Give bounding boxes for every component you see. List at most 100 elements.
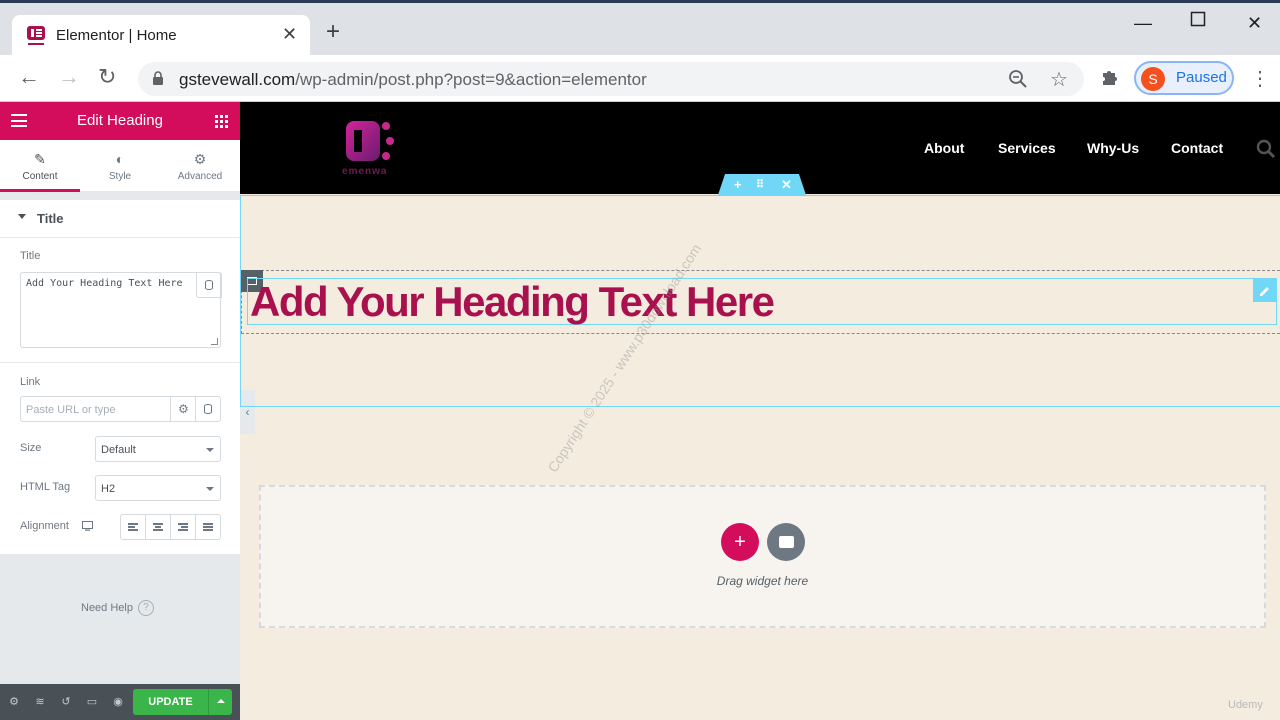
gear-icon: ⚙ bbox=[178, 402, 189, 416]
bookmark-star-icon[interactable]: ☆ bbox=[1050, 67, 1068, 92]
extensions-puzzle-icon[interactable] bbox=[1100, 67, 1120, 87]
maximize-icon[interactable] bbox=[1190, 11, 1206, 32]
search-icon[interactable] bbox=[1256, 139, 1276, 159]
update-options-button[interactable] bbox=[208, 689, 232, 715]
tab-advanced-label: Advanced bbox=[177, 171, 223, 182]
html-tag-control-label: HTML Tag bbox=[20, 481, 71, 493]
edit-widget-button[interactable] bbox=[1253, 279, 1276, 302]
panel-tabs: ✎ Content ◐ Style ⚙ Advanced bbox=[0, 140, 240, 192]
align-left-icon bbox=[128, 523, 138, 525]
panel-divider bbox=[0, 192, 240, 200]
site-logo-text: emenwa bbox=[342, 166, 388, 177]
history-icon[interactable]: ↺ bbox=[60, 696, 72, 708]
link-dynamic-tags-button[interactable] bbox=[196, 396, 221, 422]
preview-eye-icon[interactable]: ◉ bbox=[112, 696, 124, 708]
tab-content[interactable]: ✎ Content bbox=[0, 140, 80, 192]
section-toggle-title[interactable]: Title bbox=[0, 200, 240, 238]
reload-icon[interactable]: ↻ bbox=[98, 66, 116, 88]
section-handle[interactable]: + ⠿ ✕ bbox=[718, 174, 806, 195]
add-section-icon[interactable]: + bbox=[734, 177, 742, 192]
section-outline-bottom bbox=[241, 406, 1280, 407]
alignment-button-group bbox=[120, 514, 221, 540]
minimize-icon[interactable]: — bbox=[1134, 13, 1152, 34]
forward-icon[interactable]: → bbox=[58, 66, 80, 88]
align-justify-button[interactable] bbox=[196, 515, 221, 539]
link-url-input[interactable]: Paste URL or type bbox=[20, 396, 171, 422]
nav-services[interactable]: Services bbox=[998, 140, 1056, 156]
link-placeholder: Paste URL or type bbox=[26, 404, 116, 416]
align-center-icon bbox=[153, 523, 163, 525]
drag-section-icon[interactable]: ⠿ bbox=[756, 178, 764, 191]
new-tab-icon[interactable]: + bbox=[326, 20, 340, 44]
widgets-grid-icon[interactable] bbox=[215, 115, 228, 128]
window-close-icon[interactable]: ✕ bbox=[1247, 13, 1262, 34]
tab-advanced[interactable]: ⚙ Advanced bbox=[160, 140, 240, 192]
caret-up-icon bbox=[217, 699, 225, 703]
align-right-icon bbox=[178, 523, 188, 525]
database-icon bbox=[205, 280, 213, 290]
html-tag-select-value: H2 bbox=[101, 483, 116, 495]
folder-icon bbox=[779, 536, 794, 548]
link-options-button[interactable]: ⚙ bbox=[171, 396, 196, 422]
widget-drop-area[interactable] bbox=[259, 485, 1266, 628]
title-textarea-value: Add Your Heading Text Here bbox=[26, 278, 183, 289]
panel-empty-area bbox=[0, 554, 240, 684]
elementor-panel: Edit Heading ✎ Content ◐ Style ⚙ Advance… bbox=[0, 102, 240, 720]
title-control-label: Title bbox=[20, 250, 41, 262]
update-button[interactable]: UPDATE bbox=[133, 689, 208, 715]
tab-strip: Elementor | Home ✕ + — ✕ bbox=[0, 3, 1280, 58]
section-outline-top bbox=[241, 195, 1280, 196]
panel-title: Edit Heading bbox=[77, 112, 163, 129]
section-title: Title bbox=[37, 211, 64, 226]
drop-hint: Drag widget here bbox=[716, 574, 809, 588]
align-left-button[interactable] bbox=[121, 515, 146, 539]
address-bar[interactable]: gstevewall.com/wp-admin/post.php?post=9&… bbox=[138, 62, 1084, 96]
size-select-value: Default bbox=[101, 444, 136, 456]
profile-status: Paused bbox=[1176, 69, 1227, 86]
lock-icon bbox=[153, 71, 163, 85]
align-right-button[interactable] bbox=[171, 515, 196, 539]
contrast-icon: ◐ bbox=[115, 151, 125, 167]
database-icon bbox=[204, 404, 212, 414]
size-control-label: Size bbox=[20, 442, 42, 454]
panel-footer: ⚙ ≋ ↺ ▭ ◉ UPDATE bbox=[0, 684, 240, 720]
help-question-icon[interactable]: ? bbox=[138, 600, 154, 616]
tab-style-label: Style bbox=[108, 171, 132, 182]
caret-down-icon bbox=[18, 214, 26, 219]
responsive-mode-icon[interactable]: ▭ bbox=[86, 696, 98, 708]
delete-section-icon[interactable]: ✕ bbox=[781, 177, 792, 193]
navigator-layers-icon[interactable]: ≋ bbox=[34, 696, 46, 708]
tab-style[interactable]: ◐ Style bbox=[80, 140, 160, 192]
settings-gear-icon[interactable]: ⚙ bbox=[8, 696, 20, 708]
need-help-link[interactable]: Need Help bbox=[81, 602, 133, 614]
panel-collapse-toggle[interactable]: ‹ bbox=[240, 390, 255, 434]
heading-text[interactable]: Add Your Heading Text Here bbox=[250, 278, 775, 326]
desktop-device-icon[interactable] bbox=[82, 521, 93, 531]
html-tag-select[interactable]: H2 bbox=[95, 475, 221, 501]
add-template-button[interactable] bbox=[767, 523, 805, 561]
browser-tab[interactable]: Elementor | Home ✕ bbox=[12, 15, 310, 58]
zoom-out-icon[interactable] bbox=[1008, 69, 1028, 89]
title-textarea[interactable]: Add Your Heading Text Here bbox=[20, 272, 222, 348]
tab-close-icon[interactable]: ✕ bbox=[282, 24, 297, 45]
size-select[interactable]: Default bbox=[95, 436, 221, 462]
nav-about[interactable]: About bbox=[924, 140, 964, 156]
gear-icon: ⚙ bbox=[193, 151, 207, 167]
align-justify-icon bbox=[203, 523, 213, 525]
nav-contact[interactable]: Contact bbox=[1171, 140, 1223, 156]
align-center-button[interactable] bbox=[146, 515, 171, 539]
elementor-favicon bbox=[27, 26, 45, 45]
tab-content-label: Content bbox=[22, 171, 58, 182]
browser-toolbar: ← → ↻ gstevewall.com/wp-admin/post.php?p… bbox=[0, 55, 1280, 102]
add-new-section-button[interactable]: + bbox=[721, 523, 759, 561]
resize-handle[interactable] bbox=[211, 338, 218, 345]
dynamic-tags-button[interactable] bbox=[196, 272, 222, 298]
tab-title: Elementor | Home bbox=[56, 27, 177, 44]
browser-menu-icon[interactable]: ⋮ bbox=[1250, 66, 1270, 91]
panel-header: Edit Heading bbox=[0, 102, 240, 140]
control-separator bbox=[0, 362, 240, 363]
pencil-icon: ✎ bbox=[34, 151, 46, 167]
profile-button[interactable]: S Paused bbox=[1134, 61, 1234, 95]
nav-why-us[interactable]: Why-Us bbox=[1087, 140, 1139, 156]
back-icon[interactable]: ← bbox=[18, 66, 40, 88]
